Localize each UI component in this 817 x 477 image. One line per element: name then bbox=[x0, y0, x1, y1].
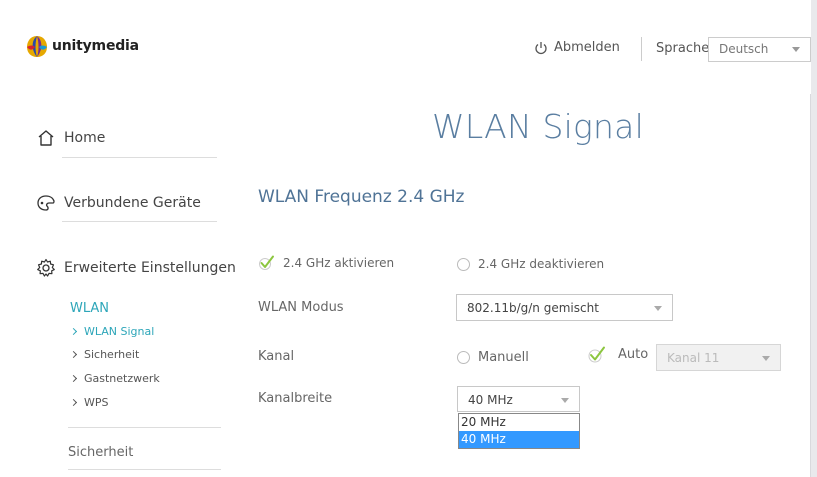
sidebar-divider bbox=[62, 157, 217, 158]
bandwidth-select[interactable]: 40 MHz bbox=[457, 386, 580, 412]
channel-value: Kanal 11 bbox=[667, 351, 720, 365]
radio-disable-24ghz[interactable]: 2.4 GHz deaktivieren bbox=[457, 257, 604, 271]
header: unitymedia Abmelden Sprache Deutsch bbox=[0, 0, 811, 94]
sidebar-item-home[interactable]: Home bbox=[36, 129, 105, 147]
submenu-title-wlan[interactable]: WLAN bbox=[70, 301, 109, 316]
chevron-right-icon bbox=[69, 327, 78, 336]
logout-button[interactable]: Abmelden bbox=[534, 40, 620, 55]
radio-circle-icon bbox=[457, 257, 470, 271]
gear-icon bbox=[37, 258, 55, 277]
chevron-down-icon bbox=[654, 306, 662, 311]
chevron-right-icon bbox=[69, 398, 78, 407]
chevron-down-icon bbox=[762, 356, 770, 361]
chevron-down-icon bbox=[792, 47, 800, 52]
language-label: Sprache bbox=[656, 41, 710, 56]
submenu-item-guest-network[interactable]: Gastnetzwerk bbox=[69, 372, 160, 385]
sidebar-item-label: Home bbox=[64, 130, 106, 146]
submenu-item-wps[interactable]: WPS bbox=[69, 396, 109, 409]
checkmark-icon bbox=[259, 255, 274, 270]
header-divider bbox=[641, 37, 642, 61]
bandwidth-option-20[interactable]: 20 MHz bbox=[459, 414, 579, 431]
page: unitymedia Abmelden Sprache Deutsch Home… bbox=[0, 0, 811, 477]
submenu-item-label: Gastnetzwerk bbox=[84, 372, 160, 385]
power-icon bbox=[535, 41, 547, 54]
wlan-mode-select[interactable]: 802.11b/g/n gemischt bbox=[456, 294, 673, 321]
channel-label: Kanal bbox=[258, 349, 295, 364]
radio-channel-manual[interactable]: Manuell bbox=[457, 350, 529, 365]
section-title: WLAN Frequenz 2.4 GHz bbox=[258, 187, 465, 207]
sidebar-item-label: Verbundene Geräte bbox=[64, 195, 201, 211]
bandwidth-label: Kanalbreite bbox=[258, 391, 333, 406]
chevron-right-icon bbox=[69, 374, 78, 383]
submenu-item-label: Sicherheit bbox=[84, 348, 140, 361]
logout-label: Abmelden bbox=[554, 40, 620, 55]
unitymedia-logo-icon bbox=[27, 36, 47, 57]
radio-enable-24ghz[interactable]: 2.4 GHz aktivieren bbox=[259, 255, 394, 270]
sidebar-item-security-main[interactable]: Sicherheit bbox=[68, 445, 133, 460]
radio-label: Auto bbox=[618, 347, 649, 362]
submenu-item-label: WLAN Signal bbox=[84, 325, 155, 338]
radio-label: Manuell bbox=[478, 350, 529, 365]
language-select[interactable]: Deutsch bbox=[708, 37, 811, 62]
wlan-mode-label: WLAN Modus bbox=[258, 300, 344, 315]
radio-label: 2.4 GHz aktivieren bbox=[283, 255, 395, 270]
sidebar-divider bbox=[68, 469, 221, 470]
devices-icon bbox=[37, 195, 55, 211]
radio-label: 2.4 GHz deaktivieren bbox=[478, 257, 605, 271]
sidebar-divider bbox=[68, 427, 221, 428]
sidebar-item-devices[interactable]: Verbundene Geräte bbox=[36, 194, 201, 212]
chevron-down-icon bbox=[561, 398, 569, 403]
submenu-item-wlan-signal[interactable]: WLAN Signal bbox=[69, 325, 155, 338]
page-title: WLAN Signal bbox=[432, 107, 644, 146]
sidebar-divider bbox=[62, 221, 217, 222]
bandwidth-dropdown-list: 20 MHz 40 MHz bbox=[458, 413, 580, 449]
submenu-item-label: WPS bbox=[84, 396, 109, 409]
wlan-mode-value: 802.11b/g/n gemischt bbox=[467, 301, 599, 315]
chevron-right-icon bbox=[69, 350, 78, 359]
language-value: Deutsch bbox=[719, 42, 769, 56]
brand-name: unitymedia bbox=[52, 38, 139, 54]
brand-logo[interactable]: unitymedia bbox=[24, 33, 139, 59]
sidebar-item-label: Erweiterte Einstellungen bbox=[64, 260, 236, 276]
channel-select[interactable]: Kanal 11 bbox=[656, 344, 781, 371]
radio-circle-icon bbox=[457, 351, 470, 364]
sidebar-item-advanced[interactable]: Erweiterte Einstellungen bbox=[36, 258, 236, 278]
radio-channel-auto[interactable]: Auto bbox=[588, 346, 648, 363]
submenu-item-security[interactable]: Sicherheit bbox=[69, 348, 140, 361]
home-icon bbox=[38, 130, 54, 146]
bandwidth-option-40[interactable]: 40 MHz bbox=[459, 431, 579, 448]
bandwidth-value: 40 MHz bbox=[468, 393, 513, 407]
checkmark-icon bbox=[588, 346, 605, 363]
